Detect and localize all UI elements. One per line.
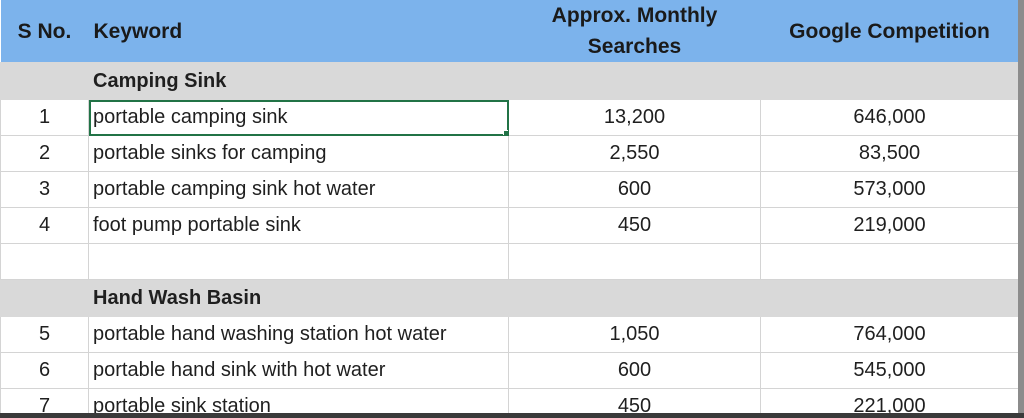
cell-searches[interactable]: 600 [508, 171, 761, 208]
cell-competition[interactable]: 573,000 [760, 171, 1018, 208]
header-sno: S No. [0, 0, 89, 63]
cell-searches[interactable]: 600 [508, 352, 761, 389]
cell[interactable] [0, 62, 89, 100]
cell-sno[interactable]: 4 [0, 207, 89, 244]
table-row: 4 foot pump portable sink 450 219,000 [0, 207, 1018, 244]
window-edge-right [1018, 0, 1024, 418]
fill-handle[interactable] [503, 130, 508, 135]
cell-searches[interactable]: 2,550 [508, 135, 761, 172]
window-edge-bottom [0, 413, 1024, 418]
cell-sno[interactable]: 6 [0, 352, 89, 389]
cell[interactable] [0, 279, 89, 317]
cell[interactable] [508, 279, 761, 317]
cell-competition[interactable]: 219,000 [760, 207, 1018, 244]
cell-sno[interactable]: 5 [0, 316, 89, 353]
table-row: 5 portable hand washing station hot wate… [0, 316, 1018, 353]
cell[interactable] [508, 62, 761, 100]
cell[interactable] [508, 243, 761, 280]
section-row-camping-sink: Camping Sink [0, 62, 1018, 100]
cell[interactable] [760, 62, 1018, 100]
section-title[interactable]: Hand Wash Basin [88, 279, 509, 317]
cell-searches[interactable]: 1,050 [508, 316, 761, 353]
header-monthly-line2: Searches [587, 35, 682, 58]
table-row: 1 portable camping sink 13,200 646,000 [0, 99, 1018, 136]
cell-competition[interactable]: 764,000 [760, 316, 1018, 353]
section-row-hand-wash-basin: Hand Wash Basin [0, 279, 1018, 317]
cell[interactable] [88, 243, 509, 280]
blank-row [0, 243, 1018, 280]
cell-keyword[interactable]: portable sinks for camping [88, 135, 509, 172]
cell-keyword[interactable]: foot pump portable sink [88, 207, 509, 244]
cell-sno[interactable]: 3 [0, 171, 89, 208]
cell-sno[interactable]: 1 [0, 99, 89, 136]
cell-keyword[interactable]: portable camping sink hot water [88, 171, 509, 208]
cell-competition[interactable]: 545,000 [760, 352, 1018, 389]
cell[interactable] [760, 243, 1018, 280]
cell-competition[interactable]: 646,000 [760, 99, 1018, 136]
cell[interactable] [0, 243, 89, 280]
cell-keyword-text: portable camping sink [93, 106, 288, 128]
header-monthly-searches: Approx. Monthly Searches [508, 0, 761, 63]
keyword-table-sheet: S No. Keyword Approx. Monthly Searches Go… [0, 0, 1018, 418]
table-row: 6 portable hand sink with hot water 600 … [0, 352, 1018, 389]
cell-keyword[interactable]: portable hand sink with hot water [88, 352, 509, 389]
cell-keyword-selected[interactable]: portable camping sink [88, 99, 509, 136]
cell-keyword[interactable]: portable hand washing station hot water [88, 316, 509, 353]
table-row: 3 portable camping sink hot water 600 57… [0, 171, 1018, 208]
header-keyword: Keyword [88, 0, 509, 63]
cell-sno[interactable]: 2 [0, 135, 89, 172]
keyword-table: S No. Keyword Approx. Monthly Searches Go… [0, 0, 1018, 418]
header-monthly-line1: Approx. Monthly [551, 4, 718, 27]
cell[interactable] [760, 279, 1018, 317]
header-competition: Google Competition [760, 0, 1018, 63]
header-row: S No. Keyword Approx. Monthly Searches Go… [0, 0, 1018, 63]
table-row: 2 portable sinks for camping 2,550 83,50… [0, 135, 1018, 172]
cell-searches[interactable]: 13,200 [508, 99, 761, 136]
cell-competition[interactable]: 83,500 [760, 135, 1018, 172]
section-title[interactable]: Camping Sink [88, 62, 509, 100]
cell-searches[interactable]: 450 [508, 207, 761, 244]
